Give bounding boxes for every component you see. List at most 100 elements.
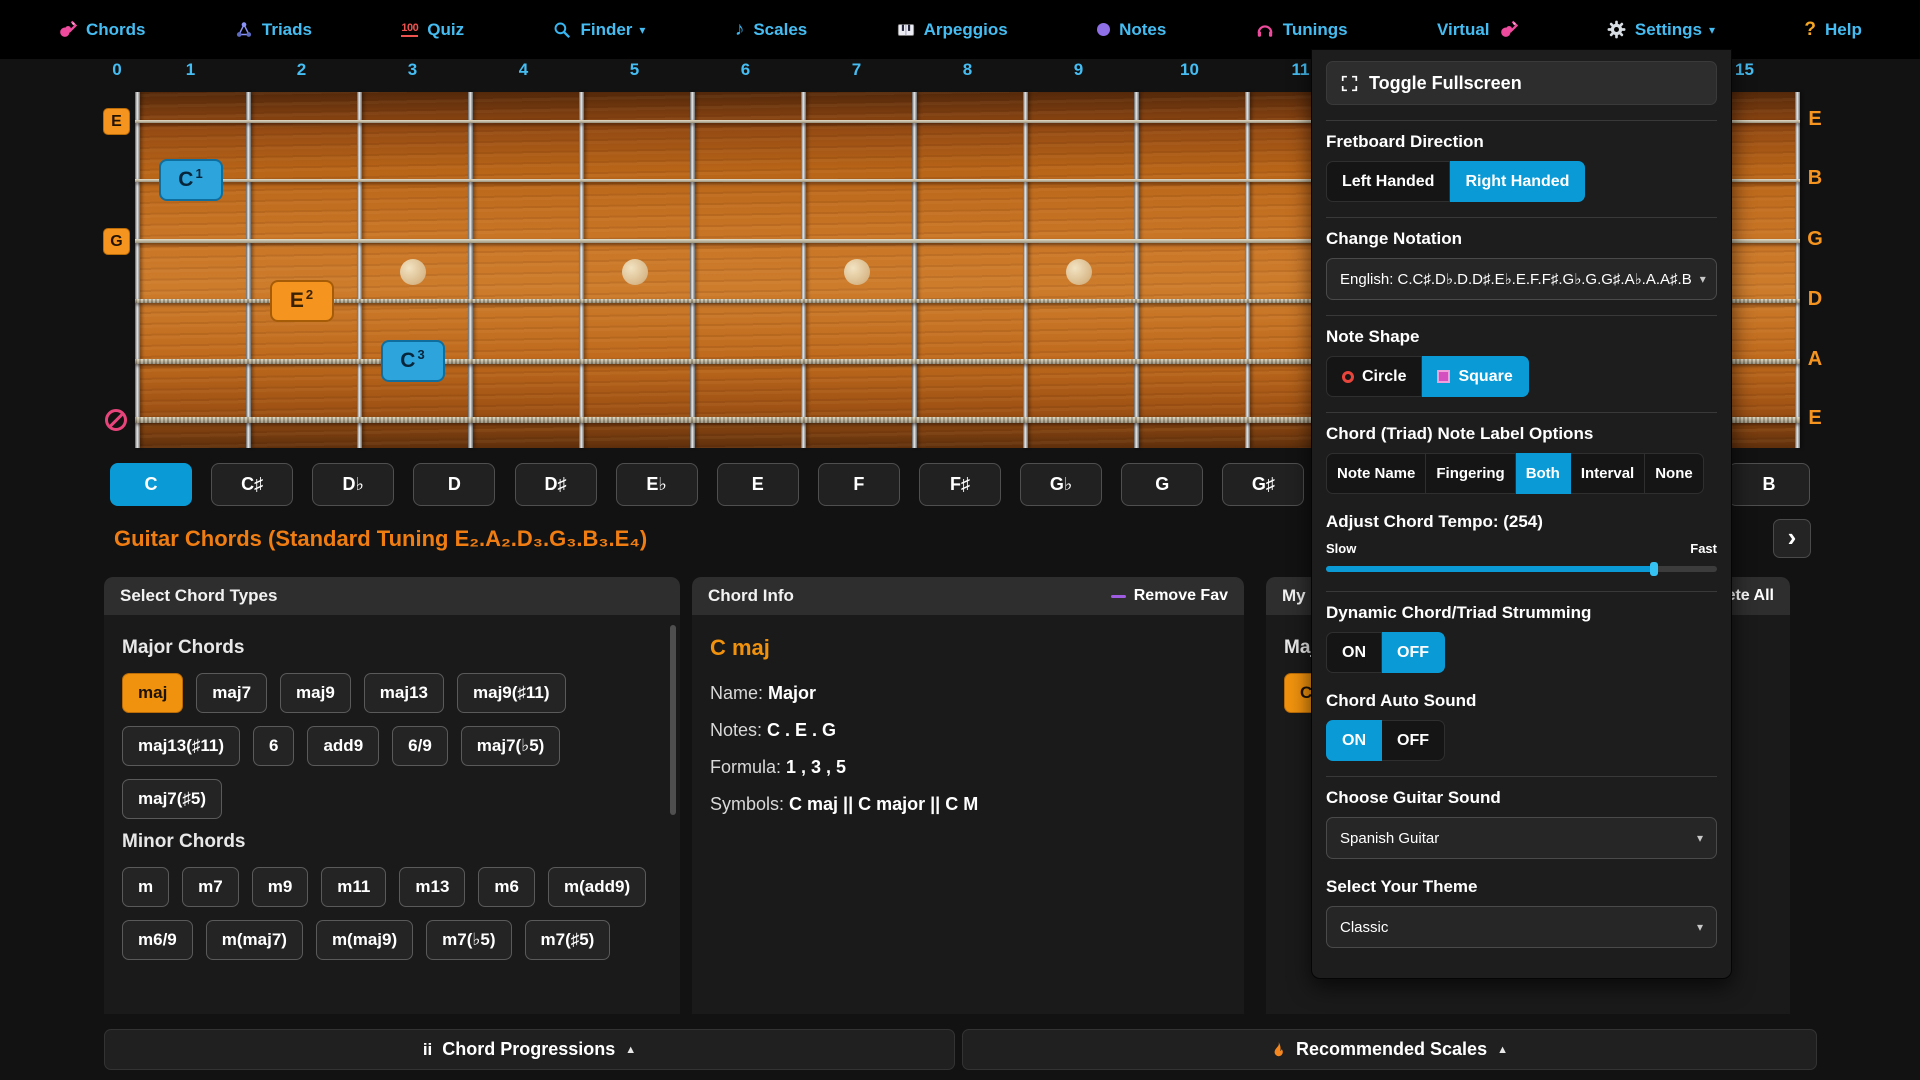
nav-item-virtual[interactable]: Virtual — [1437, 20, 1518, 40]
chord-type-m7-5[interactable]: m7(♭5) — [426, 920, 511, 960]
fret-inlay-dot — [622, 259, 648, 285]
option-label: Square — [1458, 368, 1512, 386]
nav-item-chords[interactable]: Chords — [58, 20, 146, 40]
note-button-f[interactable]: F♯ — [919, 463, 1001, 506]
note-button-g[interactable]: G — [1121, 463, 1203, 506]
note-button-c[interactable]: C♯ — [211, 463, 293, 506]
theme-value: Classic — [1340, 919, 1388, 936]
fret-wire — [1134, 92, 1139, 448]
remove-fav-button[interactable]: Remove Fav — [1111, 587, 1228, 605]
nav-item-notes[interactable]: Notes — [1097, 20, 1166, 40]
open-string-note-g[interactable]: G — [103, 228, 130, 255]
chord-type-maj7-5[interactable]: maj7(♯5) — [122, 779, 222, 819]
open-string-note-e[interactable]: E — [103, 108, 130, 135]
chord-type-m7[interactable]: m7 — [182, 867, 239, 907]
note-label-option-fingering[interactable]: Fingering — [1426, 453, 1515, 494]
fretboard-direction-option-left-handed[interactable]: Left Handed — [1326, 161, 1450, 202]
nav-item-settings[interactable]: Settings▾ — [1607, 20, 1715, 40]
note-button-g[interactable]: G♯ — [1222, 463, 1304, 506]
fret-wire — [357, 92, 362, 448]
next-page-button[interactable]: › — [1773, 519, 1811, 558]
toggle-fullscreen-button[interactable]: Toggle Fullscreen — [1326, 61, 1717, 105]
roman-numeral-icon: ii — [423, 1040, 432, 1060]
guitar-sound-label: Choose Guitar Sound — [1326, 788, 1717, 808]
toggle-fullscreen-label: Toggle Fullscreen — [1369, 73, 1522, 94]
chord-type-6-9[interactable]: 6/9 — [392, 726, 448, 766]
note-shape-option-square[interactable]: Square — [1422, 356, 1528, 397]
chord-type-add9[interactable]: add9 — [307, 726, 379, 766]
chord-type-m[interactable]: m — [122, 867, 169, 907]
chord-type-m13[interactable]: m13 — [399, 867, 465, 907]
fretboard-direction-option-right-handed[interactable]: Right Handed — [1450, 161, 1585, 202]
chord-type-m11[interactable]: m11 — [321, 867, 386, 907]
note-label-option-interval[interactable]: Interval — [1571, 453, 1645, 494]
info-value: Major — [768, 683, 816, 703]
note-marker-e-2[interactable]: E2 — [270, 280, 334, 322]
notation-select[interactable]: English: C.C♯.D♭.D.D♯.E♭.E.F.F♯.G♭.G.G♯.… — [1326, 258, 1717, 300]
piano-icon — [897, 21, 915, 39]
fret-wire — [468, 92, 473, 448]
tempo-slider-thumb[interactable] — [1650, 562, 1658, 576]
note-button-d[interactable]: D — [413, 463, 495, 506]
note-label-option-none[interactable]: None — [1645, 453, 1704, 494]
nav-item-quiz[interactable]: 100Quiz — [401, 20, 464, 40]
guitar-sound-select[interactable]: Spanish Guitar ▾ — [1326, 817, 1717, 859]
auto-sound-option-off[interactable]: OFF — [1382, 720, 1445, 761]
note-label-option-note-name[interactable]: Note Name — [1326, 453, 1426, 494]
marker-finger: 1 — [195, 166, 202, 181]
chord-progressions-label: Chord Progressions — [442, 1039, 615, 1060]
nav-item-triads[interactable]: Triads — [235, 20, 312, 40]
note-button-d[interactable]: D♯ — [515, 463, 597, 506]
chord-type-m-maj7[interactable]: m(maj7) — [206, 920, 303, 960]
chord-type-maj9-11[interactable]: maj9(♯11) — [457, 673, 566, 713]
chevron-down-icon: ▾ — [1700, 272, 1706, 286]
marker-note: E — [290, 289, 304, 313]
note-shape-option-circle[interactable]: Circle — [1326, 356, 1422, 397]
nav-item-arpeggios[interactable]: Arpeggios — [897, 20, 1008, 40]
chord-type-maj9[interactable]: maj9 — [280, 673, 351, 713]
note-shape-label: Note Shape — [1326, 327, 1717, 347]
note-label-option-both[interactable]: Both — [1516, 453, 1571, 494]
note-button-g[interactable]: G♭ — [1020, 463, 1102, 506]
note-button-d[interactable]: D♭ — [312, 463, 394, 506]
nav-item-help[interactable]: ?Help — [1804, 20, 1861, 40]
tempo-slider[interactable] — [1326, 566, 1717, 572]
chord-type-m-add9[interactable]: m(add9) — [548, 867, 646, 907]
chord-type-m-maj9[interactable]: m(maj9) — [316, 920, 413, 960]
nav-item-finder[interactable]: Finder▾ — [553, 20, 645, 40]
strumming-option-off[interactable]: OFF — [1382, 632, 1445, 673]
chord-type-m6[interactable]: m6 — [478, 867, 535, 907]
chord-type-maj13[interactable]: maj13 — [364, 673, 444, 713]
string-name-labels: EBGDAE — [1800, 92, 1830, 448]
chord-type-m7-5[interactable]: m7(♯5) — [525, 920, 611, 960]
note-marker-c-3[interactable]: C3 — [381, 340, 445, 382]
chord-progressions-button[interactable]: ii Chord Progressions ▲ — [104, 1029, 955, 1070]
chord-type-maj7[interactable]: maj7 — [196, 673, 267, 713]
note-button-e[interactable]: E♭ — [616, 463, 698, 506]
chord-type-6[interactable]: 6 — [253, 726, 294, 766]
note-marker-c-1[interactable]: C1 — [159, 159, 223, 201]
note-button-c[interactable]: C — [110, 463, 192, 506]
nav-item-tunings[interactable]: Tunings — [1256, 20, 1348, 40]
theme-select[interactable]: Classic ▾ — [1326, 906, 1717, 948]
chord-type-maj[interactable]: maj — [122, 673, 183, 713]
remove-fav-label: Remove Fav — [1134, 587, 1228, 605]
auto-sound-option-on[interactable]: ON — [1326, 720, 1382, 761]
chord-type-maj13-11[interactable]: maj13(♯11) — [122, 726, 240, 766]
strumming-option-on[interactable]: ON — [1326, 632, 1382, 673]
chord-group-title: Major Chords — [122, 637, 662, 659]
chord-type-m9[interactable]: m9 — [252, 867, 309, 907]
note-button-b[interactable]: B — [1728, 463, 1810, 506]
scrollbar-thumb[interactable] — [670, 625, 676, 815]
nav-item-label: Quiz — [427, 20, 464, 40]
note-button-e[interactable]: E — [717, 463, 799, 506]
note-button-f[interactable]: F — [818, 463, 900, 506]
fret-number-6: 6 — [741, 60, 750, 80]
nav-item-label: Scales — [753, 20, 807, 40]
recommended-scales-button[interactable]: Recommended Scales ▲ — [962, 1029, 1817, 1070]
nav-item-label: Triads — [262, 20, 312, 40]
nav-item-label: Help — [1825, 20, 1862, 40]
nav-item-scales[interactable]: ♪Scales — [735, 20, 807, 40]
chord-type-m6-9[interactable]: m6/9 — [122, 920, 193, 960]
chord-type-maj7-5[interactable]: maj7(♭5) — [461, 726, 561, 766]
